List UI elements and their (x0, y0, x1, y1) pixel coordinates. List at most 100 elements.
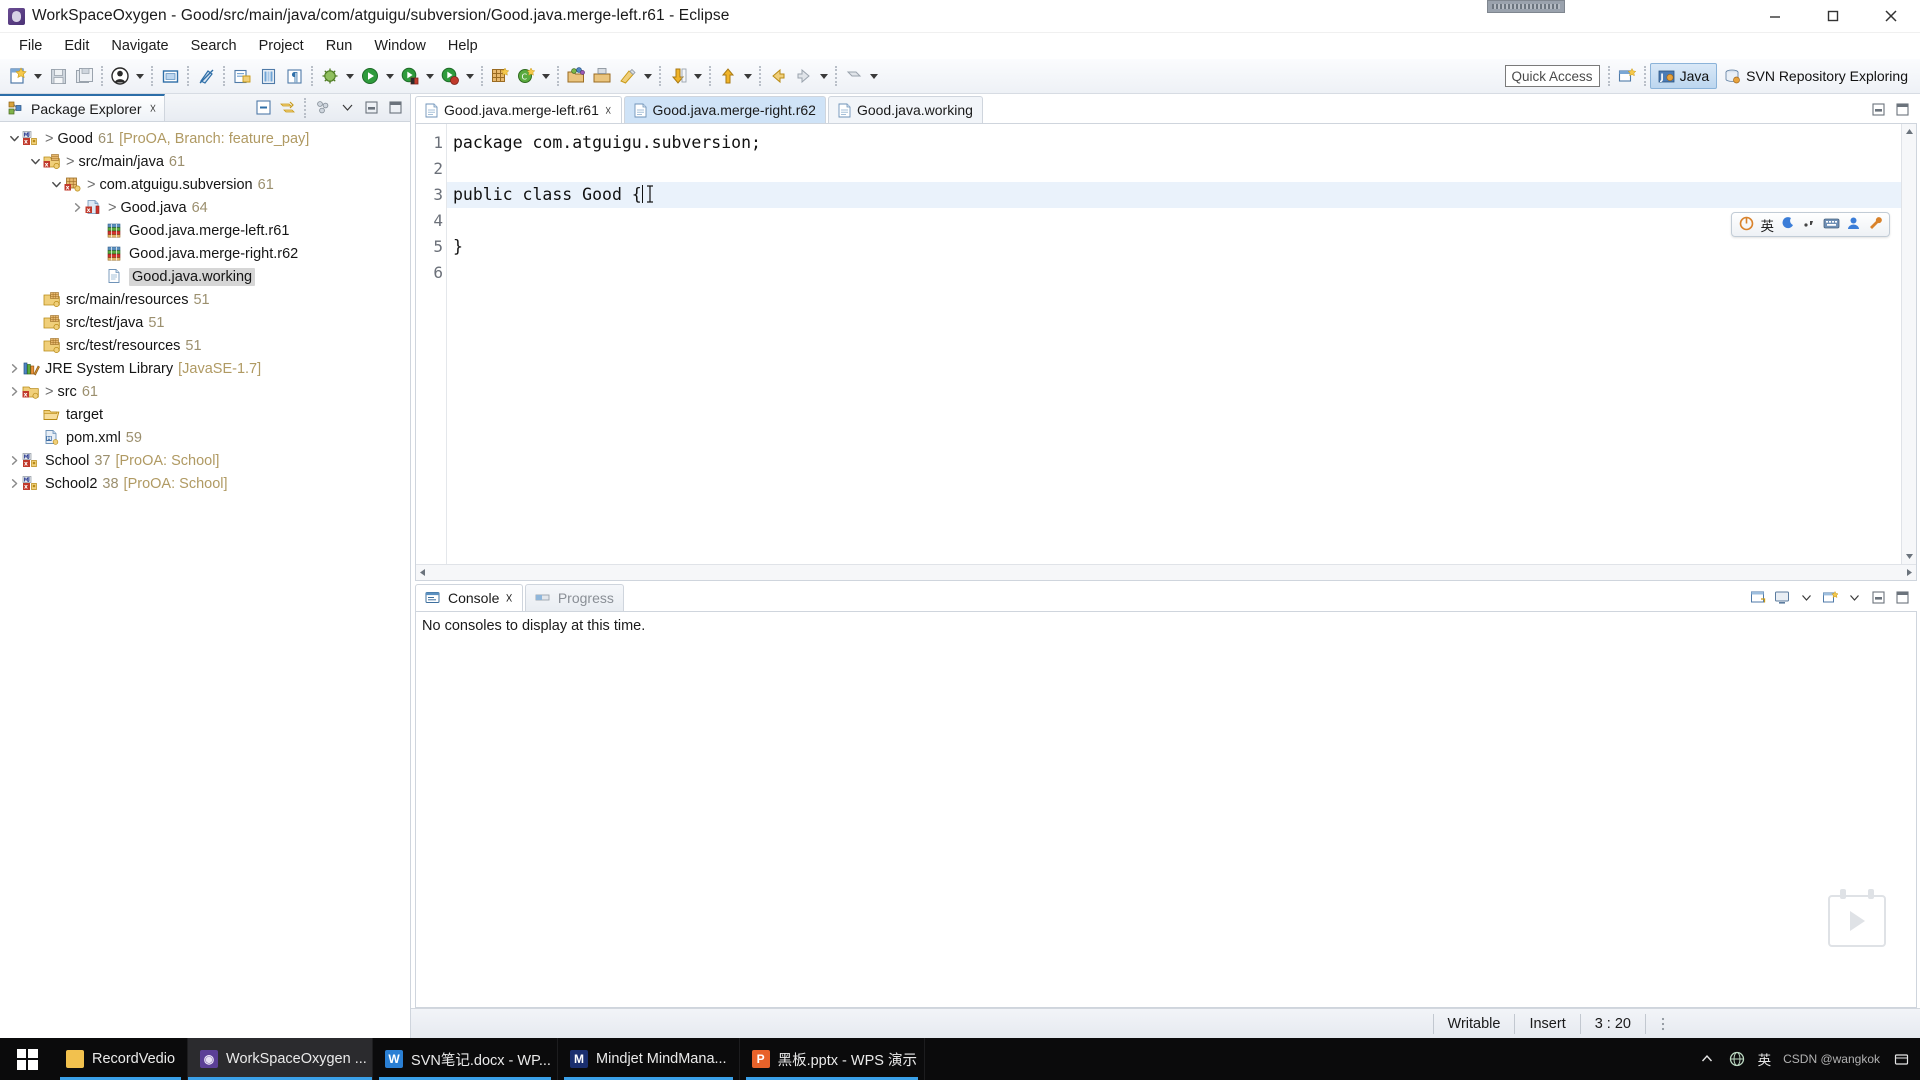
chevron-right-icon[interactable] (6, 386, 22, 397)
scroll-up-icon[interactable] (1902, 124, 1917, 139)
new-console-dropdown-icon[interactable] (1843, 587, 1865, 609)
status-resize-handle[interactable] (1646, 1013, 1680, 1035)
open-perspective-button[interactable] (1614, 63, 1640, 89)
tree-item[interactable]: M J x School 37 [ProOA: School] (0, 449, 410, 472)
previous-annotation-icon[interactable] (715, 63, 741, 89)
chevron-right-icon[interactable] (6, 478, 22, 489)
ime-power-icon[interactable] (1739, 216, 1754, 234)
tree-item[interactable]: M J x School2 38 [ProOA: School] (0, 472, 410, 495)
run-dropdown-icon[interactable] (383, 63, 397, 89)
tray-ime-label[interactable]: 英 (1758, 1049, 1772, 1069)
back-icon[interactable] (765, 63, 791, 89)
taskbar-item-blackboard-pptx[interactable]: P 黑板.pptx - WPS 演示 (740, 1038, 925, 1080)
minimize-icon[interactable] (1867, 587, 1889, 609)
close-icon[interactable]: ☓ (505, 590, 512, 607)
editor-horizontal-scrollbar[interactable] (416, 564, 1916, 580)
maximize-icon[interactable] (1891, 99, 1913, 121)
minimize-button[interactable] (1746, 0, 1804, 32)
notifications-icon[interactable] (1892, 1050, 1910, 1068)
minimize-icon[interactable] (1867, 99, 1889, 121)
svn-update-dropdown-icon[interactable] (641, 63, 655, 89)
menu-item-run[interactable]: Run (315, 36, 364, 56)
display-selected-console-icon[interactable] (1771, 587, 1793, 609)
network-icon[interactable] (1728, 1050, 1746, 1068)
ime-keyboard-icon[interactable] (1823, 217, 1840, 233)
taskbar-item-svn-notes-docx[interactable]: W SVN笔记.docx - WP... (373, 1038, 559, 1080)
toggle-mark-occurrences-icon[interactable] (193, 63, 219, 89)
editor-tab-0[interactable]: Good.java.merge-left.r61 ☓ (415, 96, 622, 123)
tree-item[interactable]: src/test/java 51 (0, 311, 410, 334)
chevron-right-icon[interactable] (6, 455, 22, 466)
collapse-all-icon[interactable] (252, 97, 274, 119)
tree-item[interactable]: Good.java.merge-left.r61 (0, 219, 410, 242)
scroll-down-icon[interactable] (1902, 549, 1917, 564)
close-icon[interactable]: ☓ (605, 103, 612, 118)
ime-punctuation-icon[interactable] (1802, 216, 1816, 233)
next-annotation-dropdown-icon[interactable] (691, 63, 705, 89)
debug-dropdown-icon[interactable] (343, 63, 357, 89)
open-task-icon[interactable] (229, 63, 255, 89)
menu-item-file[interactable]: File (8, 36, 53, 56)
user-profile-dropdown-icon[interactable] (133, 63, 147, 89)
maximize-icon[interactable] (384, 97, 406, 119)
view-menu-chevron-icon[interactable] (336, 97, 358, 119)
menu-item-window[interactable]: Window (363, 36, 437, 56)
windows-start-icon[interactable] (0, 1038, 54, 1080)
run-coverage-dropdown-icon[interactable] (423, 63, 437, 89)
run-icon[interactable] (357, 63, 383, 89)
open-type-icon[interactable] (157, 63, 183, 89)
previous-annotation-dropdown-icon[interactable] (741, 63, 755, 89)
tree-item[interactable]: Good.java.merge-right.r62 (0, 242, 410, 265)
chevron-down-icon[interactable] (27, 156, 43, 167)
chevron-down-icon[interactable] (48, 179, 64, 190)
chevron-down-icon[interactable] (6, 133, 22, 144)
forward-icon[interactable] (791, 63, 817, 89)
new-wizard-dropdown-icon[interactable] (31, 63, 45, 89)
maximize-button[interactable] (1804, 0, 1862, 32)
display-selected-console-dropdown-icon[interactable] (1795, 587, 1817, 609)
taskbar-item-workspaceoxygen[interactable]: ◉ WorkSpaceOxygen ... (188, 1038, 374, 1080)
svn-commit-icon[interactable] (589, 63, 615, 89)
new-java-package-icon[interactable] (487, 63, 513, 89)
format-icon[interactable]: ¶ (281, 63, 307, 89)
ime-user-icon[interactable] (1847, 216, 1860, 233)
menu-item-edit[interactable]: Edit (53, 36, 100, 56)
tree-item[interactable]: src/main/resources 51 (0, 288, 410, 311)
tree-item[interactable]: x > src 61 (0, 380, 410, 403)
taskbar-item-mindjet-mindmanager[interactable]: M Mindjet MindMana... (558, 1038, 740, 1080)
new-console-view-icon[interactable] (1819, 587, 1841, 609)
tree-item[interactable]: Good.java.working (0, 265, 410, 288)
project-tree[interactable]: M J x > Good 61 [ProOA, Branch: feature_pay… (0, 122, 410, 1038)
tree-item[interactable]: src/test/resources 51 (0, 334, 410, 357)
tree-item[interactable]: x > com.atguigu.subversion 61 (0, 173, 410, 196)
chevron-right-icon[interactable] (69, 202, 85, 213)
tree-item[interactable]: M J x > Good 61 [ProOA, Branch: feature_pay… (0, 127, 410, 150)
run-profile-dropdown-icon[interactable] (463, 63, 477, 89)
minimize-icon[interactable] (360, 97, 382, 119)
next-annotation-icon[interactable] (665, 63, 691, 89)
open-perspective-dropdown-icon[interactable] (867, 63, 881, 89)
code-line[interactable] (447, 208, 1901, 234)
menu-item-navigate[interactable]: Navigate (100, 36, 179, 56)
save-icon[interactable] (45, 63, 71, 89)
console-output[interactable]: No consoles to display at this time. (415, 611, 1917, 1008)
editor-text-area[interactable]: 1 2 3 4 5 6 package com.atguigu.subversion; pu… (416, 124, 1916, 564)
show-hidden-icons-icon[interactable] (1698, 1050, 1716, 1068)
run-coverage-icon[interactable] (397, 63, 423, 89)
code-line[interactable] (447, 156, 1901, 182)
tree-item[interactable]: x > src/main/java 61 (0, 150, 410, 173)
tab-progress[interactable]: Progress (524, 584, 624, 611)
ime-mode-label[interactable]: 英 (1761, 215, 1775, 235)
maximize-icon[interactable] (1891, 587, 1913, 609)
perspective-java[interactable]: J Java (1649, 63, 1718, 89)
perspective-svn-repository-exploring[interactable]: SVN Repository Exploring (1717, 63, 1915, 89)
debug-icon[interactable] (317, 63, 343, 89)
tree-item[interactable]: x > Good.java 64 (0, 196, 410, 219)
run-profile-icon[interactable] (437, 63, 463, 89)
editor-tab-2[interactable]: Good.java.working (827, 96, 983, 123)
chevron-right-icon[interactable] (6, 363, 22, 374)
menu-item-help[interactable]: Help (437, 36, 489, 56)
tab-package-explorer[interactable]: Package Explorer ☓ (0, 94, 166, 121)
ime-tools-icon[interactable] (1867, 216, 1882, 234)
scroll-right-icon[interactable] (1905, 564, 1914, 582)
